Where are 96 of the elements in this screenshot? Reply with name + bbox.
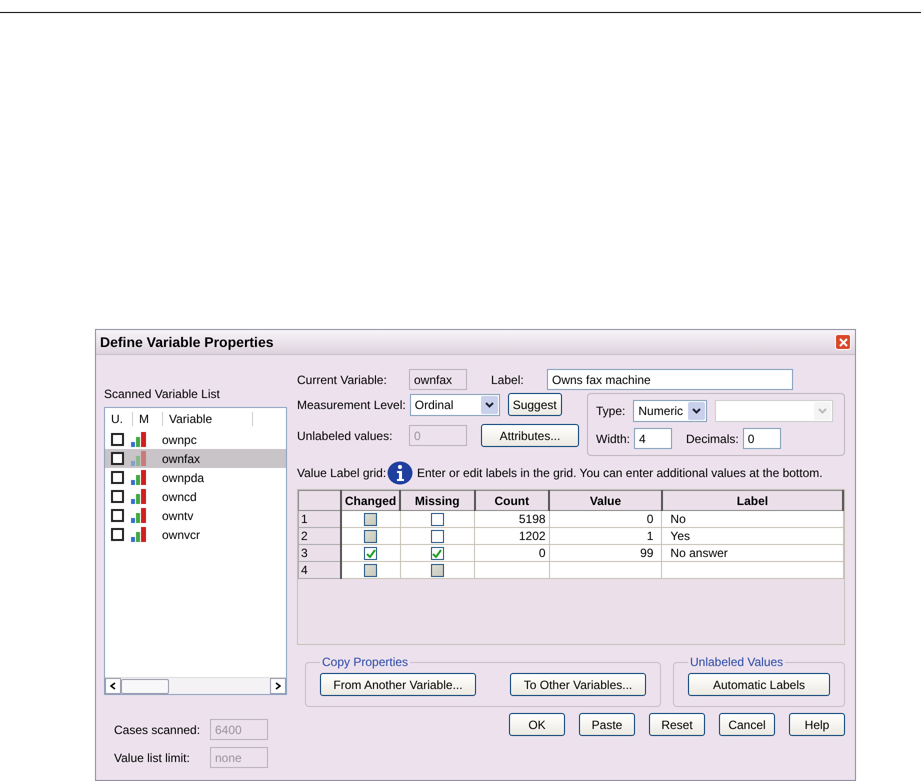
field-label: Measurement Level:: [297, 398, 406, 412]
limit-field: none: [210, 747, 268, 768]
ordinal-level-icon: [131, 451, 147, 466]
close-icon: [838, 338, 848, 346]
close-button[interactable]: [835, 334, 851, 350]
ordinal-level-icon: [131, 432, 147, 447]
checkbox[interactable]: [430, 547, 444, 560]
checkbox[interactable]: [111, 490, 124, 503]
unlabeled-field: 0: [409, 425, 467, 446]
caret-icon: [692, 408, 702, 414]
copy-button[interactable]: To Other Variables...: [510, 673, 646, 696]
type-dropdown[interactable]: Numeric: [633, 400, 708, 422]
dialog-button[interactable]: Cancel: [719, 713, 775, 736]
check-icon: [366, 549, 376, 558]
suggest-button[interactable]: Suggest: [508, 393, 562, 416]
variable-row[interactable]: ownfax: [105, 449, 286, 468]
table-cell: No: [670, 512, 686, 526]
info-icon: [387, 461, 413, 485]
cases-field: 6400: [210, 719, 268, 740]
variable-name: owntv: [162, 508, 194, 522]
table-cell: 1202: [518, 529, 546, 543]
check-icon: [432, 549, 442, 558]
field-label: Decimals:: [686, 432, 739, 446]
variable-row[interactable]: ownpda: [105, 468, 286, 487]
column-header: Label: [662, 490, 843, 510]
table-cell: 0: [538, 546, 546, 560]
copy-button[interactable]: From Another Variable...: [320, 673, 476, 696]
checkbox[interactable]: [430, 513, 444, 526]
current-variable-field: ownfax: [409, 369, 467, 390]
group-title: Unlabeled Values: [689, 655, 784, 669]
variable-name: ownpc: [162, 432, 197, 446]
caret-icon: [484, 402, 494, 408]
checkbox[interactable]: [111, 509, 124, 522]
corner-header: [298, 490, 342, 510]
column-header[interactable]: U.: [105, 412, 133, 426]
ordinal-level-icon: [131, 470, 147, 485]
field-label: Type:: [596, 404, 626, 418]
ordinal-level-icon: [131, 489, 147, 504]
checkbox[interactable]: [111, 471, 124, 484]
field-label: Value list limit:: [114, 750, 191, 764]
table-cell: 0: [646, 512, 654, 526]
group-title: Copy Properties: [321, 655, 410, 669]
checkbox[interactable]: [111, 433, 124, 446]
checkbox[interactable]: [430, 530, 444, 544]
column-header[interactable]: Variable: [163, 412, 253, 426]
horizontal-scrollbar[interactable]: [105, 677, 286, 694]
row-header: 1: [298, 510, 342, 528]
column-header: Count: [474, 490, 550, 510]
variable-name: owncd: [162, 490, 197, 504]
field-label: Cases scanned:: [114, 722, 202, 736]
measurement-dropdown[interactable]: Ordinal: [410, 394, 500, 416]
caret-icon: [818, 408, 828, 414]
field-label: Current Variable:: [297, 372, 388, 386]
variable-row[interactable]: owntv: [105, 506, 286, 525]
table-cell: Yes: [670, 529, 690, 543]
label-field[interactable]: Owns fax machine: [547, 369, 793, 390]
decimals-field[interactable]: 0: [742, 428, 781, 449]
automatic-labels-button[interactable]: Automatic Labels: [688, 673, 830, 696]
column-header: Missing: [400, 490, 475, 510]
list-title: Scanned Variable List: [104, 387, 221, 401]
field-label: Label:: [491, 372, 525, 386]
row-header: 3: [298, 544, 342, 562]
scroll-left-button[interactable]: [105, 678, 121, 694]
dialog-button[interactable]: OK: [509, 713, 565, 736]
ordinal-level-icon: [131, 527, 147, 542]
checkbox[interactable]: [364, 547, 378, 560]
variable-name: ownpda: [162, 470, 204, 484]
scroll-right-button[interactable]: [270, 678, 286, 694]
dialog-button[interactable]: Help: [789, 713, 845, 736]
dialog-button[interactable]: Reset: [649, 713, 705, 736]
width-field[interactable]: 4: [634, 428, 672, 449]
dialog-button[interactable]: Paste: [579, 713, 635, 736]
window-title: Define Variable Properties: [100, 334, 274, 350]
column-header[interactable]: M: [133, 412, 163, 426]
table-cell: 5198: [518, 512, 546, 526]
variable-name: ownfax: [162, 452, 200, 466]
field-label: Width:: [596, 432, 630, 446]
variable-row[interactable]: owncd: [105, 487, 286, 506]
hint-text: Enter or edit labels in the grid. You can enter additional values at the bottom.: [417, 466, 823, 480]
table-cell: 99: [640, 546, 654, 560]
checkbox[interactable]: [111, 528, 124, 541]
row-header: 4: [298, 562, 342, 578]
variable-name: ownvcr: [162, 528, 200, 542]
field-label: Unlabeled values:: [297, 428, 394, 442]
variable-row[interactable]: ownpc: [105, 430, 286, 449]
variable-row[interactable]: ownvcr: [105, 525, 286, 544]
column-header: Value: [549, 490, 662, 510]
row-header: 2: [298, 528, 342, 544]
scroll-thumb[interactable]: [121, 678, 169, 694]
table-cell: 1: [646, 529, 654, 543]
attributes-button[interactable]: Attributes...: [481, 424, 579, 447]
field-label: Value Label grid:: [297, 466, 383, 480]
table-cell: No answer: [670, 546, 728, 560]
column-header: Changed: [341, 490, 400, 510]
checkbox[interactable]: [111, 452, 124, 465]
ordinal-level-icon: [131, 508, 147, 523]
